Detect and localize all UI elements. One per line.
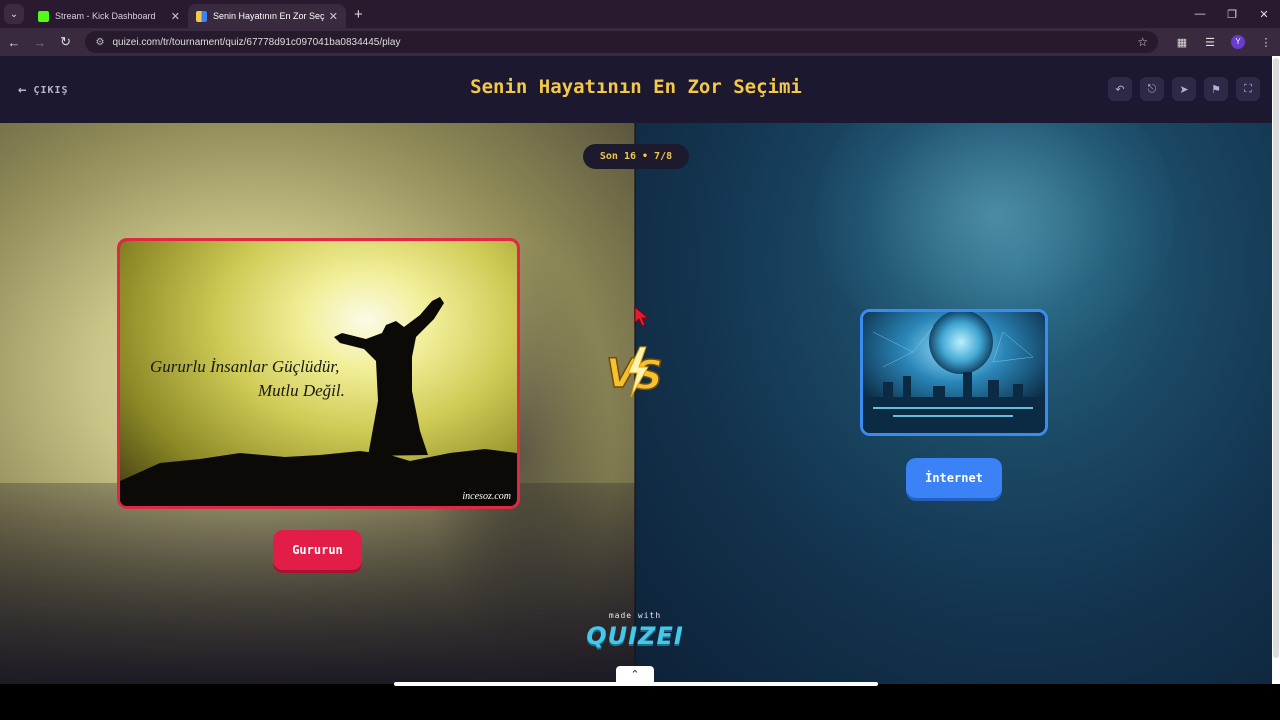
tab-title: Senin Hayatının En Zor Seçimi bbox=[213, 11, 325, 21]
browser-actions: ▦ ☰ Y ⋮ bbox=[1168, 35, 1280, 49]
left-shade bbox=[0, 483, 635, 684]
reload-icon[interactable]: ↻ bbox=[54, 30, 78, 54]
scrollbar-thumb[interactable] bbox=[1273, 58, 1279, 658]
window-controls: — ❐ ✕ bbox=[1184, 0, 1280, 28]
forward-icon[interactable]: → bbox=[28, 30, 52, 54]
restore-icon[interactable]: ❐ bbox=[1216, 0, 1248, 28]
made-with-label: made with bbox=[608, 611, 662, 620]
close-window-icon[interactable]: ✕ bbox=[1248, 0, 1280, 28]
internet-image bbox=[863, 312, 1045, 433]
tab-bar: ⌄ Stream - Kick Dashboard ✕ Senin Hayatı… bbox=[0, 0, 1280, 28]
header-tools: ↶ ⎋ ➤ ⚑ ⛶ bbox=[1108, 77, 1260, 101]
quiz-page: ← ÇIKIŞ Senin Hayatının En Zor Seçimi ↶ … bbox=[0, 56, 1272, 684]
image-watermark: incesoz.com bbox=[462, 491, 511, 502]
kick-favicon-icon bbox=[38, 10, 49, 22]
progress-strip bbox=[394, 682, 878, 686]
page-scrollbar[interactable] bbox=[1272, 56, 1280, 684]
quote-line-2: Mutlu Değil. bbox=[258, 381, 345, 400]
quote-line-1: Gururlu İnsanlar Güçlüdür, bbox=[150, 357, 340, 376]
flag-icon[interactable]: ⚑ bbox=[1204, 77, 1228, 101]
pride-image: Gururlu İnsanlar Güçlüdür, Mutlu Değil. … bbox=[120, 241, 517, 506]
browser-window: ⌄ Stream - Kick Dashboard ✕ Senin Hayatı… bbox=[0, 0, 1280, 720]
undo-icon[interactable]: ↶ bbox=[1108, 77, 1132, 101]
menu-icon[interactable]: ⋮ bbox=[1252, 36, 1280, 49]
vs-badge-icon: V S bbox=[605, 346, 664, 400]
back-icon[interactable]: ← bbox=[2, 30, 26, 54]
site-info-icon[interactable]: ⚙ bbox=[95, 37, 104, 48]
url-field[interactable]: ⚙ quizei.com/tr/tournament/quiz/67778d91… bbox=[85, 31, 1158, 53]
minimize-icon[interactable]: — bbox=[1184, 0, 1216, 28]
right-choice-card[interactable] bbox=[860, 309, 1048, 436]
send-icon[interactable]: ➤ bbox=[1172, 77, 1196, 101]
center-divider bbox=[634, 123, 636, 684]
mouse-cursor-icon bbox=[634, 306, 650, 327]
media-icon[interactable]: ☰ bbox=[1196, 36, 1224, 49]
extensions-icon[interactable]: ▦ bbox=[1168, 36, 1196, 49]
close-tab-icon[interactable]: ✕ bbox=[329, 10, 338, 23]
quiz-header: ← ÇIKIŞ Senin Hayatının En Zor Seçimi ↶ … bbox=[0, 56, 1272, 123]
bottom-letterbox bbox=[0, 682, 1280, 720]
tab-title: Stream - Kick Dashboard bbox=[55, 11, 156, 21]
choose-left-button[interactable]: Gururun bbox=[273, 530, 362, 570]
tab-search-icon[interactable]: ⌄ bbox=[4, 4, 24, 24]
tab-kick-dashboard[interactable]: Stream - Kick Dashboard ✕ bbox=[30, 4, 188, 28]
share-icon[interactable]: ⎋ bbox=[1140, 77, 1164, 101]
left-choice-card[interactable]: Gururlu İnsanlar Güçlüdür, Mutlu Değil. … bbox=[117, 238, 520, 509]
round-counter: Son 16 • 7/8 bbox=[583, 144, 689, 169]
tab-quiz[interactable]: Senin Hayatının En Zor Seçimi ✕ bbox=[188, 4, 346, 28]
bookmark-star-icon[interactable]: ☆ bbox=[1137, 35, 1148, 49]
new-tab-icon[interactable]: + bbox=[354, 6, 363, 23]
address-bar: ← → ↻ ⚙ quizei.com/tr/tournament/quiz/67… bbox=[0, 28, 1280, 56]
quizei-logo[interactable]: QUIZEI bbox=[580, 622, 690, 650]
quizei-favicon-icon bbox=[196, 10, 207, 22]
close-tab-icon[interactable]: ✕ bbox=[171, 10, 180, 23]
profile-avatar[interactable]: Y bbox=[1231, 35, 1245, 49]
fullscreen-icon[interactable]: ⛶ bbox=[1236, 77, 1260, 101]
quiz-title: Senin Hayatının En Zor Seçimi bbox=[470, 76, 802, 98]
url-text: quizei.com/tr/tournament/quiz/67778d91c0… bbox=[112, 36, 401, 48]
choose-right-button[interactable]: İnternet bbox=[906, 458, 1002, 498]
